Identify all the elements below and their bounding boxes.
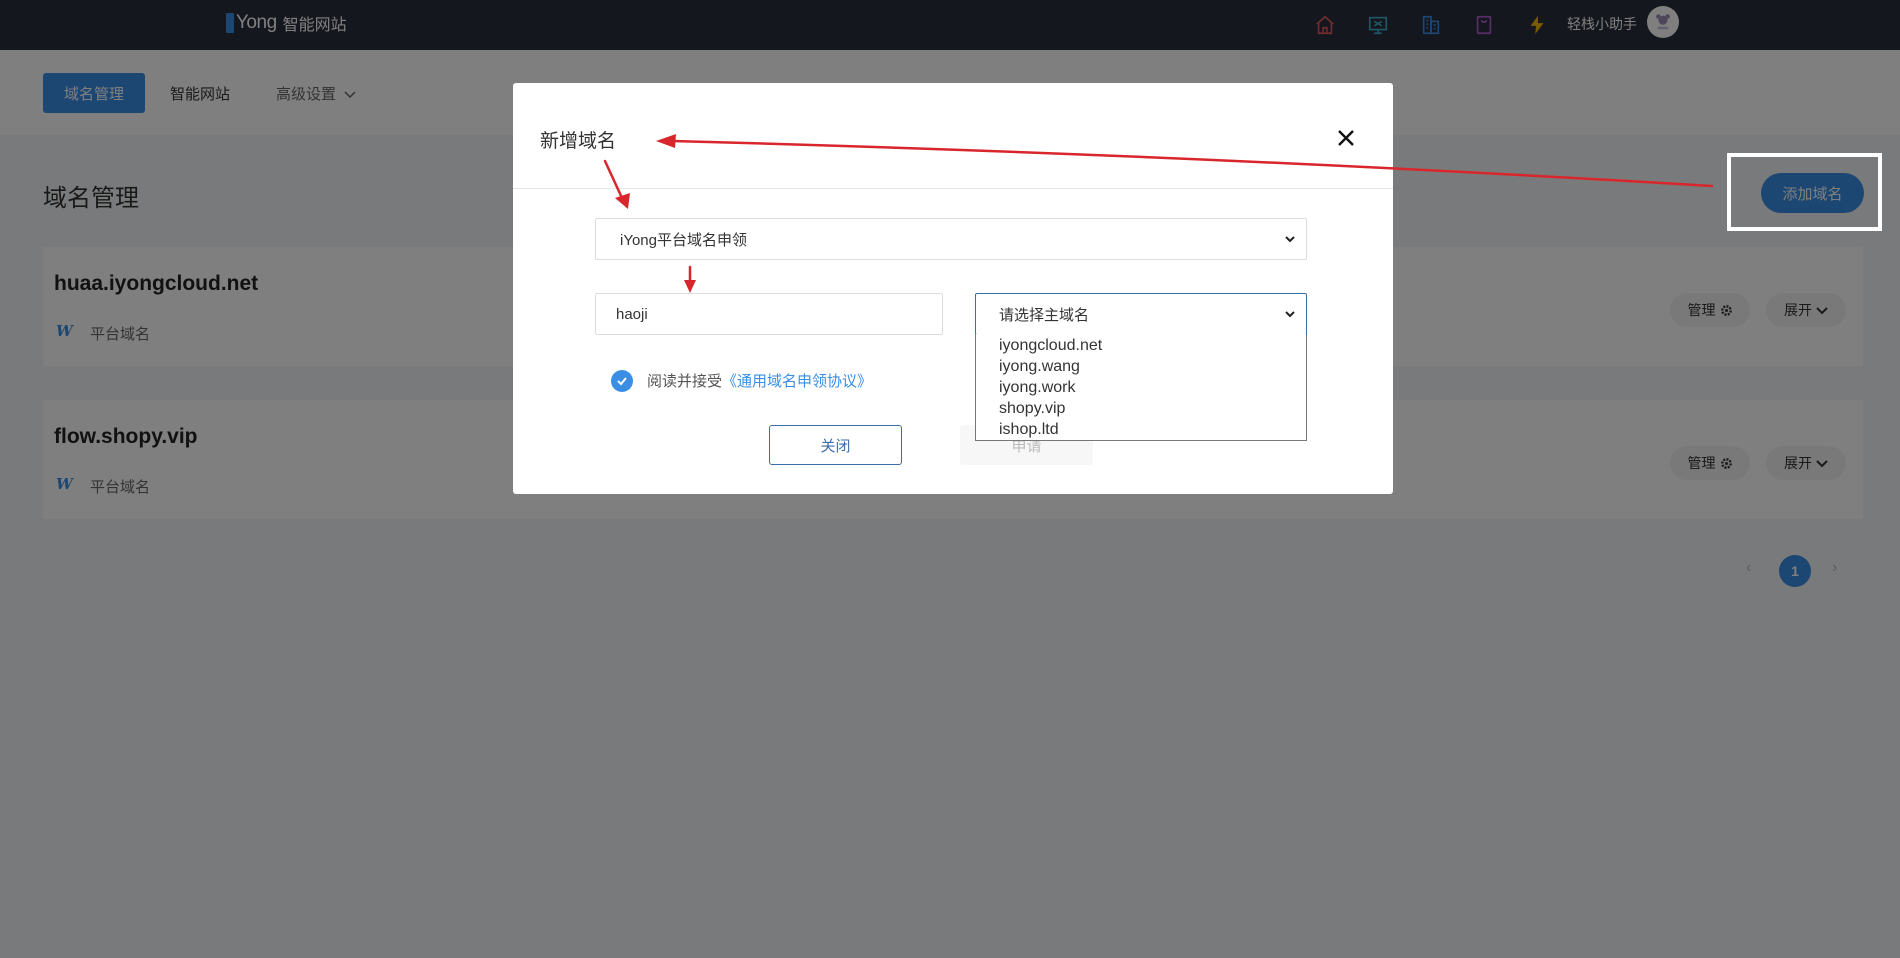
close-icon[interactable] [1333, 125, 1359, 151]
close-button[interactable]: 关闭 [769, 425, 902, 465]
agree-checkbox[interactable] [611, 370, 633, 392]
dialog-title: 新增域名 [540, 131, 617, 152]
main-domain-select[interactable]: 请选择主域名 [975, 293, 1307, 335]
dropdown-option[interactable]: iyong.wang [976, 356, 1306, 377]
agree-text: 阅读并接受《通用域名申领协议》 [647, 370, 872, 391]
chevron-down-icon [1285, 311, 1295, 318]
dialog-divider [513, 188, 1393, 189]
chevron-down-icon [1285, 236, 1295, 243]
domain-type-select-value: iYong平台域名申领 [620, 231, 747, 249]
main-domain-select-value: 请选择主域名 [999, 306, 1090, 324]
agreement-link[interactable]: 《通用域名申领协议》 [722, 373, 872, 390]
check-icon [617, 377, 627, 386]
subdomain-input[interactable] [595, 293, 943, 335]
dropdown-option[interactable]: iyong.work [976, 377, 1306, 398]
main-domain-dropdown: iyongcloud.net iyong.wang iyong.work sho… [975, 334, 1307, 441]
agree-label: 阅读并接受 [647, 373, 723, 390]
dropdown-option[interactable]: shopy.vip [976, 398, 1306, 419]
dropdown-option[interactable]: ishop.ltd [976, 419, 1306, 440]
dropdown-option[interactable]: iyongcloud.net [976, 335, 1306, 356]
domain-type-select[interactable]: iYong平台域名申领 [595, 218, 1307, 260]
annotation-highlight-box [1727, 153, 1882, 231]
add-domain-dialog: 新增域名 iYong平台域名申领 请选择主域名 iyongcloud.net i… [513, 83, 1393, 494]
